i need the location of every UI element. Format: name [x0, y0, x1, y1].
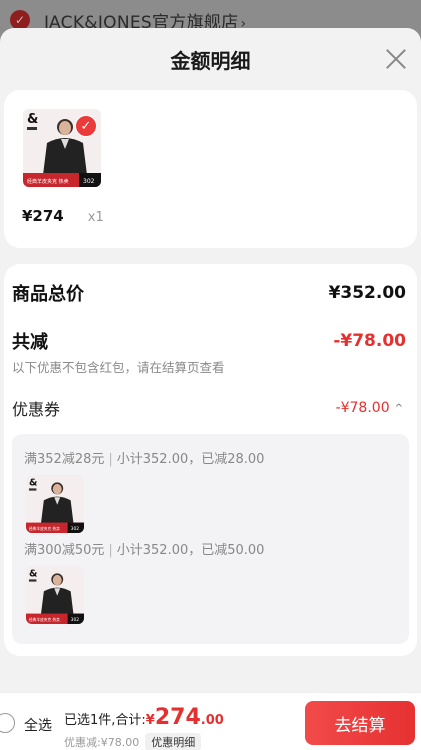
- coupon-detail-box: 满352减28元 | 小计352.00，已减28.00 & 经典羊皮夹克 热卖 30…: [12, 434, 409, 644]
- svg-text:&: &: [27, 112, 38, 127]
- close-icon[interactable]: [385, 48, 407, 70]
- select-all-label[interactable]: 全选: [24, 715, 52, 735]
- chevron-up-icon[interactable]: ^: [395, 403, 403, 414]
- total-price-value: ¥352.00: [328, 283, 406, 303]
- svg-text:302: 302: [71, 617, 80, 623]
- svg-text:经典羊皮夹克 热卖: 经典羊皮夹克 热卖: [27, 178, 69, 185]
- coupon-product-thumbnail: & 经典羊皮夹克 热卖 302: [26, 475, 84, 533]
- product-card: & 经典羊皮夹克 热卖 302 ✓ ¥274 x1: [4, 90, 417, 248]
- coupon-line: 满300减50元 | 小计352.00，已减50.00: [24, 543, 265, 558]
- product-quantity: x1: [87, 210, 104, 225]
- svg-text:302: 302: [71, 526, 80, 532]
- sheet-header: 金额明细: [0, 28, 421, 90]
- reduction-note: 以下优惠不包含红包，请在结算页查看: [12, 360, 225, 375]
- checkout-button[interactable]: 去结算: [305, 701, 415, 745]
- total-price-label: 商品总价: [12, 284, 84, 305]
- coupon-value: -¥78.00 ^: [335, 400, 403, 416]
- svg-text:302: 302: [83, 178, 95, 185]
- selected-check-icon[interactable]: ✓: [75, 115, 97, 137]
- total-price-row: 商品总价 ¥352.00: [12, 280, 409, 306]
- sheet-title: 金额明细: [170, 48, 251, 73]
- svg-text:经典羊皮夹克 热卖: 经典羊皮夹克 热卖: [29, 526, 60, 531]
- select-all-radio[interactable]: [0, 713, 15, 733]
- coupon-product-thumbnail: & 经典羊皮夹克 热卖 302: [26, 566, 84, 624]
- discount-summary: 优惠减:¥78.00 优惠明细: [64, 733, 202, 750]
- product-image: & 经典羊皮夹克 热卖 302: [26, 566, 84, 624]
- svg-text:经典羊皮夹克 热卖: 经典羊皮夹克 热卖: [29, 617, 60, 622]
- total-reduction-value: -¥78.00: [333, 331, 406, 351]
- product-thumbnail[interactable]: & 经典羊皮夹克 热卖 302 ✓: [23, 109, 101, 187]
- price-detail-card: 商品总价 ¥352.00 共减 -¥78.00 以下优惠不包含红包，请在结算页查…: [4, 264, 417, 656]
- total-reduction-label: 共减: [12, 332, 48, 353]
- order-summary: 已选1件,合计:¥274.00: [64, 705, 224, 730]
- summary-total: ¥274.00: [145, 705, 224, 730]
- product-image: & 经典羊皮夹克 热卖 302: [26, 475, 84, 533]
- coupon-label: 优惠券: [12, 400, 61, 419]
- product-price-row: ¥274 x1: [22, 207, 403, 225]
- checkout-bar: 全选 已选1件,合计:¥274.00 优惠减:¥78.00 优惠明细 去结算: [0, 692, 421, 750]
- svg-text:&: &: [29, 477, 38, 488]
- total-reduction-row: 共减 -¥78.00: [12, 328, 409, 354]
- coupon-line: 满352减28元 | 小计352.00，已减28.00: [24, 452, 265, 467]
- svg-text:&: &: [29, 568, 38, 579]
- discount-detail-button[interactable]: 优惠明细: [145, 733, 202, 750]
- amount-detail-sheet: 金额明细 & 经典羊皮夹克 热卖 302 ✓ ¥274 x1 商品总价 ¥352…: [0, 28, 421, 750]
- product-price: ¥274: [22, 207, 64, 225]
- shop-check-icon: ✓: [10, 10, 30, 30]
- coupon-row[interactable]: 优惠券 -¥78.00 ^: [12, 396, 409, 420]
